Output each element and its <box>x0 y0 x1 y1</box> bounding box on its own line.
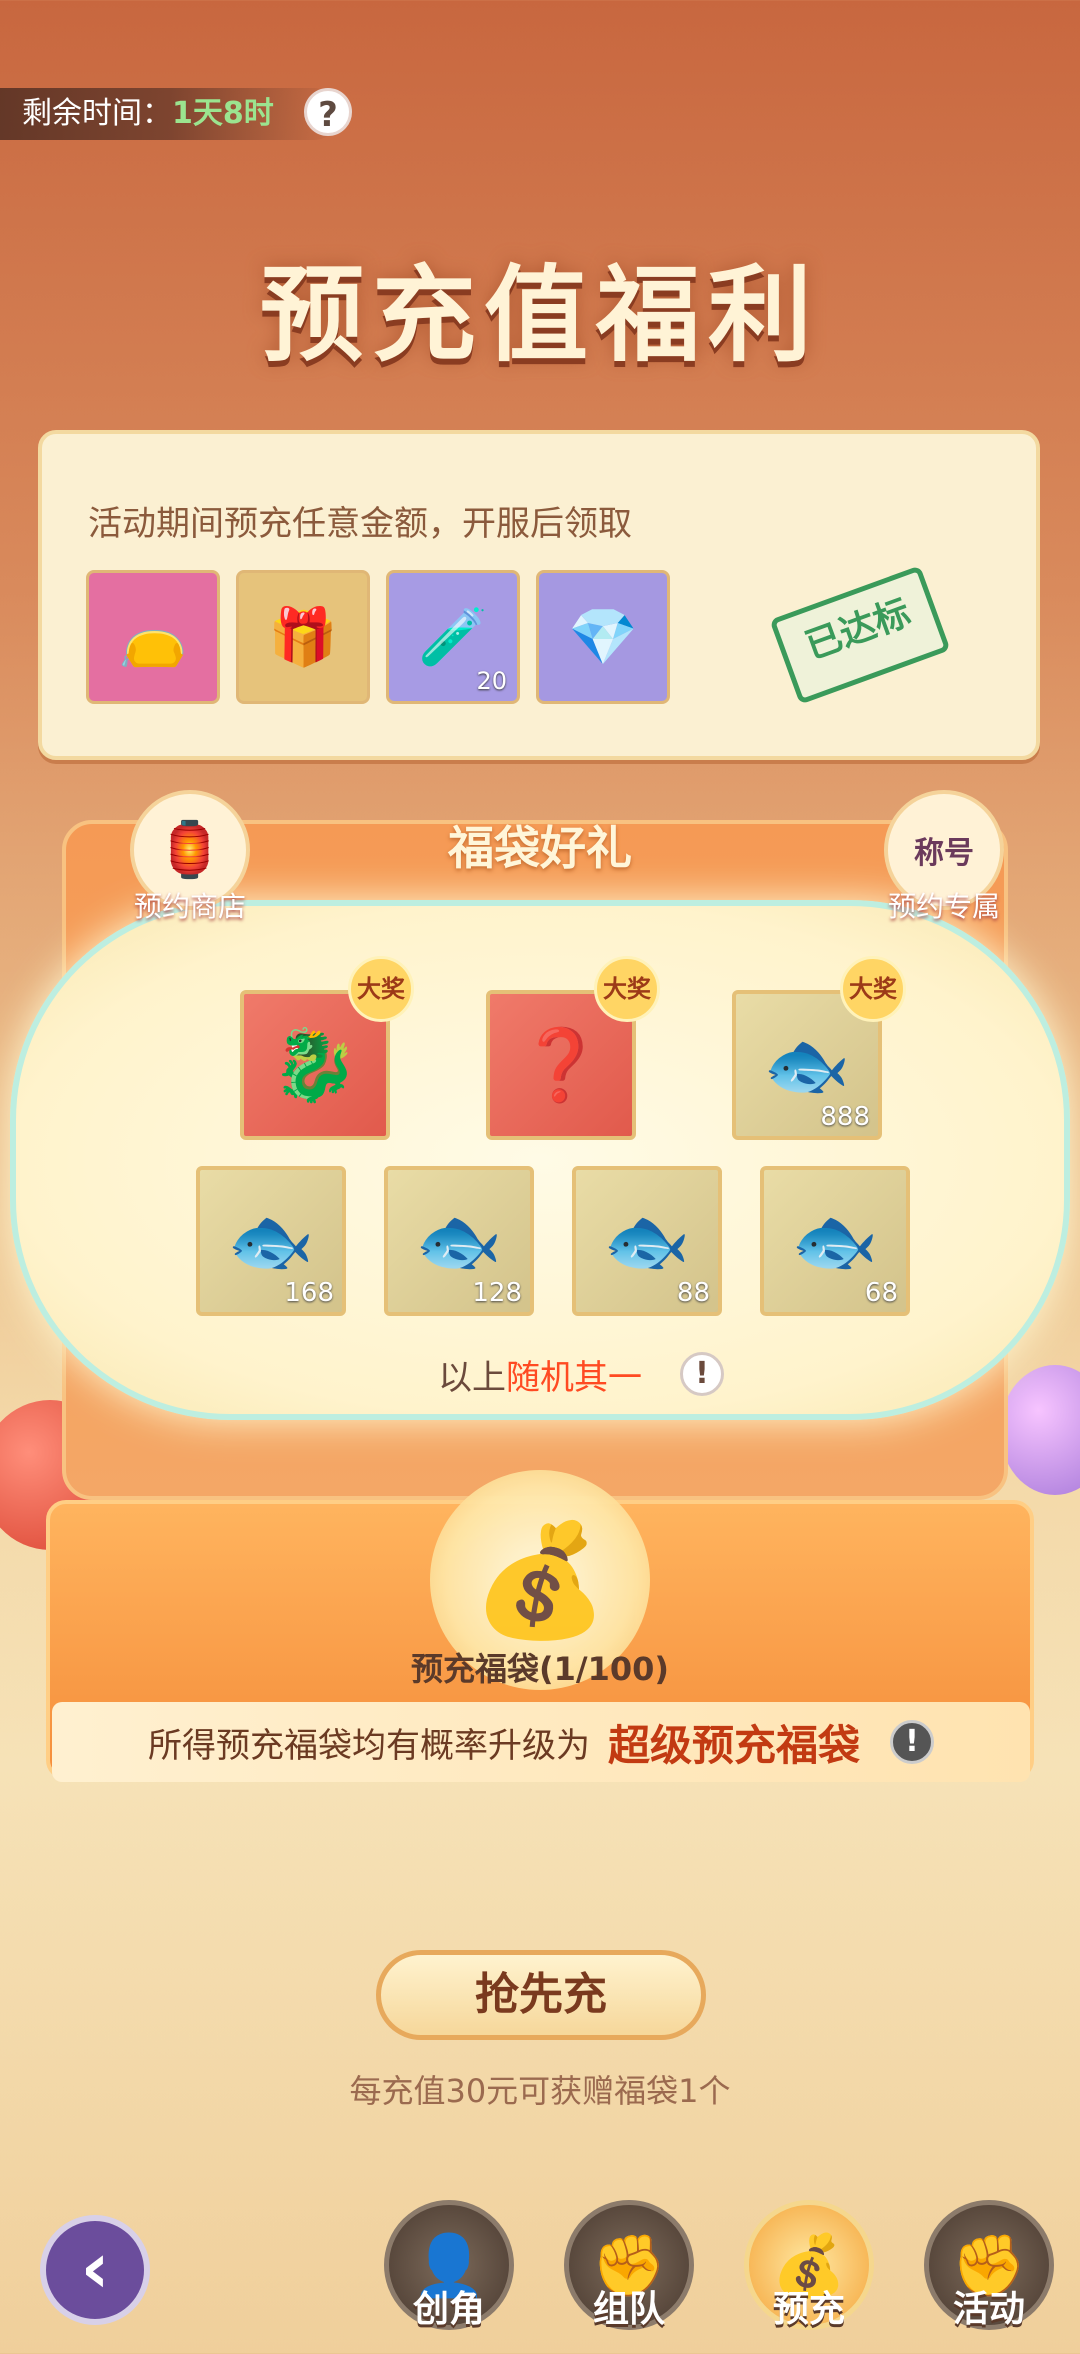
remaining-time: 剩余时间：1天8时 <box>0 88 340 140</box>
grand-prize-badge: 大奖 <box>840 956 906 1022</box>
prize-quantity: 68 <box>864 1278 898 1308</box>
info-icon[interactable]: ! <box>680 1352 724 1396</box>
back-button[interactable]: ‹ <box>40 2215 150 2325</box>
jade-amulet-icon[interactable]: 🐟 128 <box>384 1166 534 1316</box>
recharge-button[interactable]: 抢先充 <box>376 1950 706 2040</box>
nav-label[interactable]: 组队 <box>549 2280 709 2332</box>
upgrade-banner: 所得预充福袋均有概率升级为 超级预充福袋 ! <box>52 1702 1030 1782</box>
page-title: 预充值福利 <box>259 253 820 376</box>
grand-prize-badge: 大奖 <box>348 956 414 1022</box>
gift-cloud <box>10 900 1070 1420</box>
random-highlight: 随机其一 <box>506 1358 642 1398</box>
jade-amulet-icon[interactable]: 🐟 88 <box>572 1166 722 1316</box>
nav-label[interactable]: 活动 <box>909 2280 1069 2332</box>
bag-progress-label: 预充福袋(1/100) <box>410 1650 669 1688</box>
item-quantity: 20 <box>476 667 507 695</box>
banner-highlight: 超级预充福袋 <box>607 1720 860 1770</box>
random-prefix: 以上 <box>438 1358 506 1398</box>
recharge-subtitle: 每充值30元可获赠福袋1个 <box>349 2072 731 2110</box>
shop-label[interactable]: 预约商店 <box>90 885 290 925</box>
prize-quantity: 128 <box>472 1278 522 1308</box>
exclusive-label[interactable]: 预约专属 <box>844 885 1044 925</box>
timer-label: 剩余时间： <box>22 96 172 131</box>
info-icon[interactable]: ! <box>890 1720 934 1764</box>
timer-value: 1天8时 <box>172 96 274 131</box>
gift-box-icon[interactable]: 🎁 <box>236 570 370 704</box>
random-note: 以上随机其一 <box>0 1350 1080 1399</box>
potion-bottle-icon[interactable]: 🧪 20 <box>386 570 520 704</box>
purple-pouch-icon[interactable]: 👝 <box>86 570 220 704</box>
banner-text: 所得预充福袋均有概率升级为 <box>147 1725 590 1766</box>
grand-prize-badge: 大奖 <box>594 956 660 1022</box>
treasure-chest-icon[interactable]: 💎 <box>536 570 670 704</box>
jade-amulet-icon[interactable]: 🐟 68 <box>760 1166 910 1316</box>
prize-quantity: 888 <box>820 1102 870 1132</box>
prize-quantity: 168 <box>284 1278 334 1308</box>
jade-amulet-icon[interactable]: 🐟 168 <box>196 1166 346 1316</box>
nav-label[interactable]: 创角 <box>369 2280 529 2332</box>
help-icon[interactable]: ? <box>304 88 352 136</box>
panel-description: 活动期间预充任意金额，开服后领取 <box>88 504 632 544</box>
nav-label[interactable]: 预充 <box>729 2280 889 2332</box>
prize-quantity: 88 <box>676 1278 710 1308</box>
